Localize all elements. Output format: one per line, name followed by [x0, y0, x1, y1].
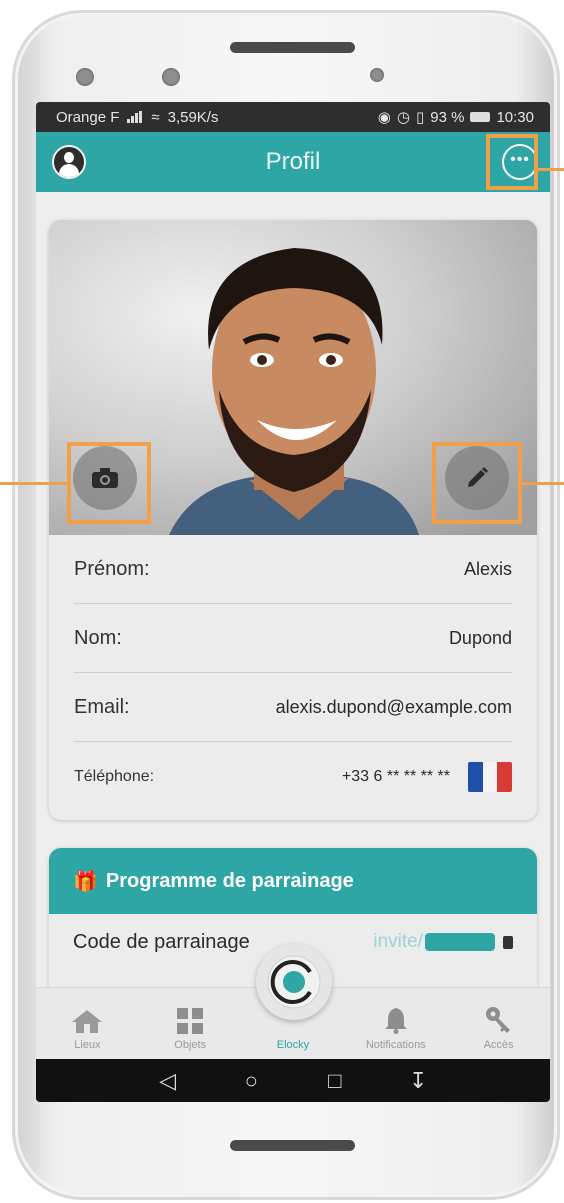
app-bar: Profil ••• — [36, 132, 550, 192]
callout-line-edit-profile — [522, 482, 564, 485]
vibrate-icon: ▯ — [415, 109, 425, 126]
alarm-icon: ◷ — [396, 109, 410, 126]
home-icon — [72, 1010, 103, 1033]
nav-label-lieux: Lieux — [74, 1039, 101, 1051]
system-nav-bar: ◁ ○ □ ↧ — [36, 1059, 550, 1102]
grid-icon — [177, 1008, 204, 1034]
email-value: alexis.dupond@example.com — [275, 696, 512, 717]
bottom-speaker — [230, 1140, 355, 1151]
field-last-name: Nom: Dupond — [74, 604, 512, 673]
field-phone: Téléphone: +33 6 ** ** ** ** — [74, 742, 512, 811]
notification-shade-icon[interactable]: ↧ — [403, 1068, 433, 1094]
nav-item-lieux[interactable]: Lieux — [47, 1008, 127, 1051]
proximity-dot — [370, 68, 384, 82]
recents-icon[interactable]: □ — [320, 1068, 350, 1094]
nav-label-objets: Objets — [174, 1039, 207, 1051]
referral-title: Programme de parrainage — [105, 869, 354, 892]
phone-screen: Orange F ≈ 3,59K/s ◉ ◷ ▯ 93 % 10:30 Prof… — [36, 102, 550, 1102]
first-name-value: Alexis — [463, 558, 512, 579]
nav-item-notifications[interactable]: Notifications — [356, 1006, 436, 1051]
last-name-value: Dupond — [448, 627, 512, 648]
email-label: Email: — [74, 695, 130, 718]
highlight-change-photo — [67, 442, 151, 524]
field-first-name: Prénom: Alexis — [74, 535, 512, 604]
earpiece-speaker — [230, 42, 355, 53]
user-avatar-icon[interactable] — [52, 145, 86, 179]
field-email: Email: alexis.dupond@example.com — [74, 673, 512, 742]
gift-icon: 🎁 — [73, 870, 98, 893]
elocky-home-button[interactable] — [256, 944, 332, 1020]
carrier-label: Orange F — [56, 108, 120, 126]
network-speed: 3,59K/s — [167, 108, 219, 126]
back-icon[interactable]: ◁ — [153, 1068, 183, 1094]
referral-code-mask — [425, 933, 495, 951]
battery-icon — [470, 112, 491, 122]
nav-label-notifications: Notifications — [365, 1039, 426, 1051]
key-icon — [485, 1007, 510, 1033]
highlight-more-options — [486, 134, 538, 190]
nav-item-acces[interactable]: Accès — [459, 1006, 539, 1051]
elocky-logo-icon — [267, 955, 321, 1009]
referral-header: 🎁 Programme de parrainage — [49, 848, 537, 914]
highlight-edit-profile — [432, 442, 522, 524]
callout-line-more-options — [538, 168, 564, 171]
signal-icon — [127, 111, 143, 123]
nav-label-acces: Accès — [483, 1039, 514, 1051]
home-circle-icon[interactable]: ○ — [236, 1068, 266, 1094]
wifi-icon: ≈ — [151, 108, 160, 126]
status-bar: Orange F ≈ 3,59K/s ◉ ◷ ▯ 93 % 10:30 — [36, 102, 550, 132]
france-flag-icon[interactable] — [468, 761, 512, 792]
front-camera-dot — [76, 68, 94, 86]
referral-code-label: Code de parrainage — [73, 930, 250, 953]
referral-code-value[interactable]: invite/ — [373, 931, 513, 953]
page-title: Profil — [265, 148, 321, 175]
phone-value: +33 6 ** ** ** ** — [341, 767, 450, 785]
nav-item-objets[interactable]: Objets — [150, 1008, 230, 1051]
phone-label: Téléphone: — [74, 767, 155, 785]
nav-label-elocky: Elocky — [276, 1039, 310, 1051]
referral-code-prefix: invite/ — [373, 931, 423, 952]
bell-icon — [384, 1008, 407, 1034]
battery-percent: 93 % — [430, 108, 465, 126]
first-name-label: Prénom: — [74, 557, 150, 580]
sensor-dot — [162, 68, 180, 86]
copy-icon[interactable] — [503, 935, 513, 949]
last-name-label: Nom: — [74, 626, 122, 649]
clock: 10:30 — [496, 108, 534, 126]
callout-line-change-photo — [0, 482, 67, 485]
eye-icon: ◉ — [377, 109, 391, 126]
